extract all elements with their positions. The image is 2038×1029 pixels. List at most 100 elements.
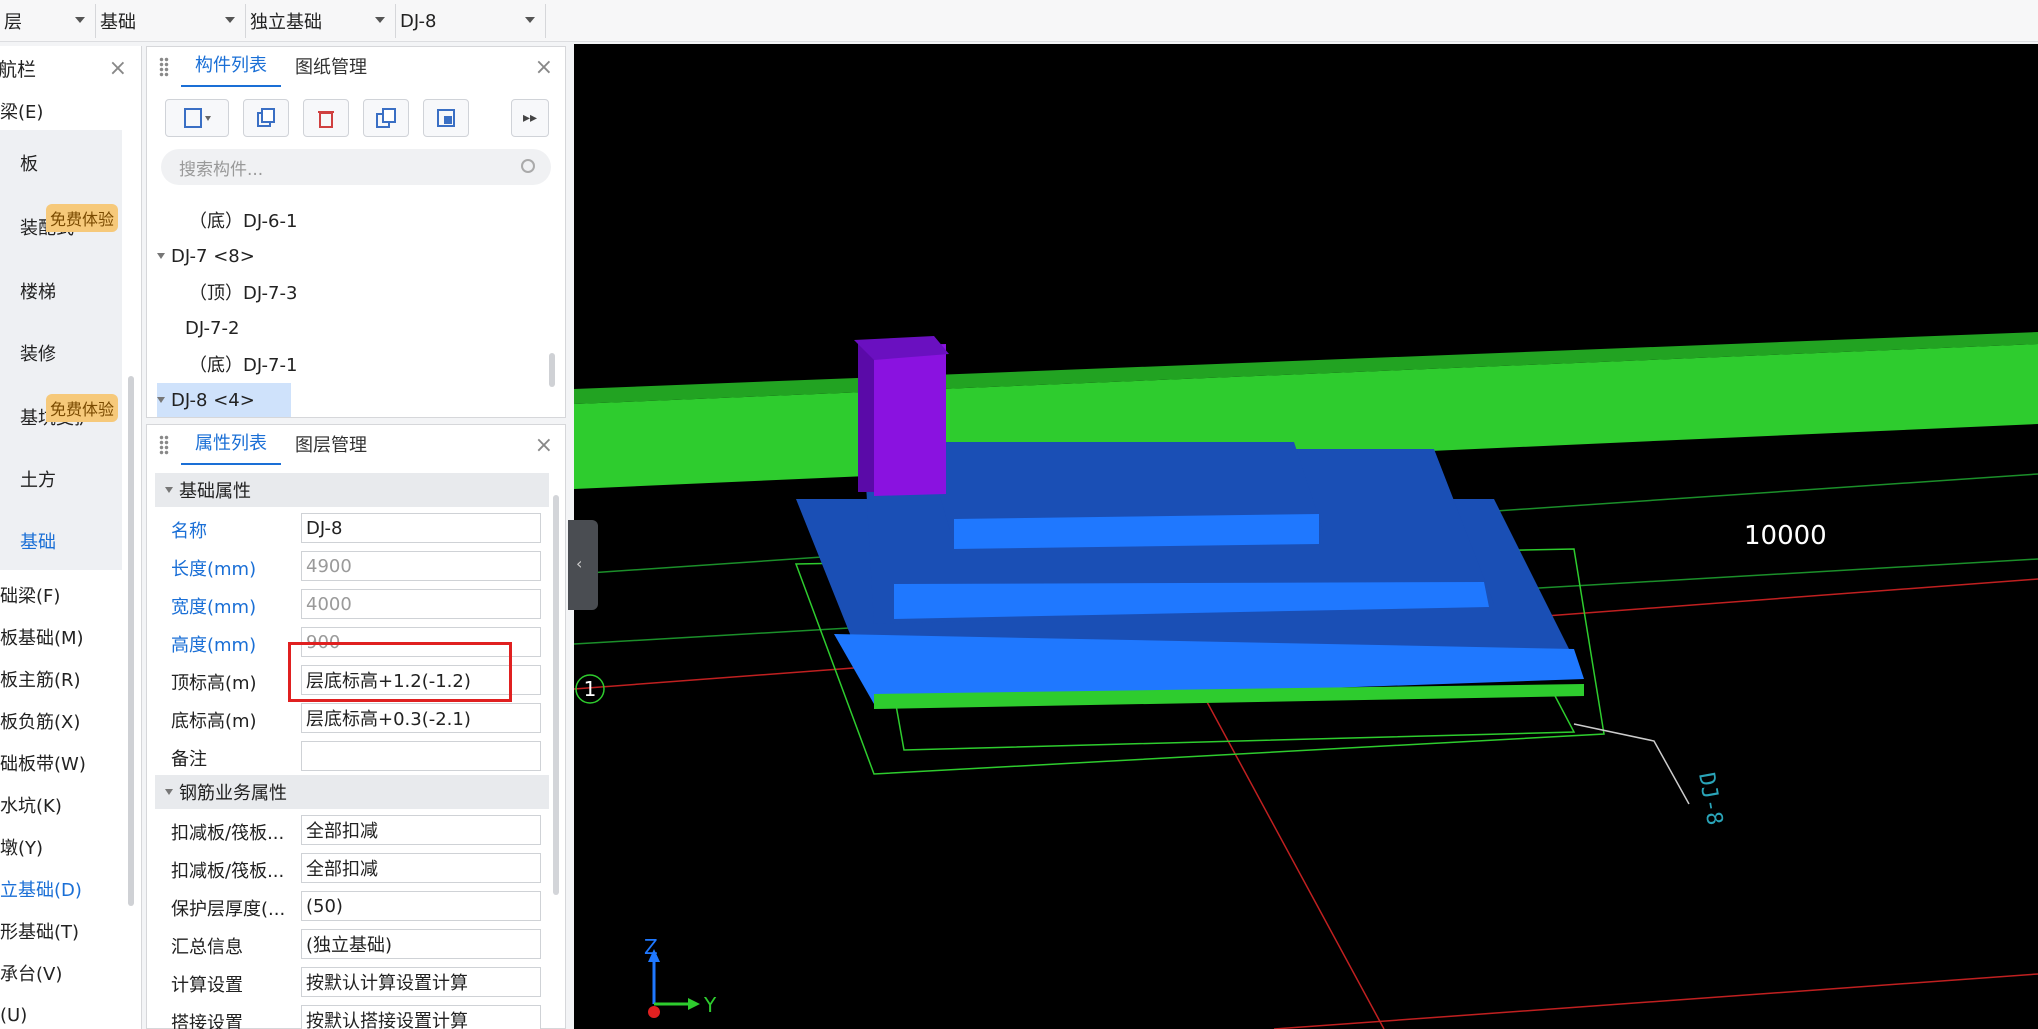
tree-item-label: DJ-7-2: [185, 317, 240, 339]
drag-handle-icon[interactable]: [159, 435, 169, 455]
tree-item[interactable]: （底）DJ-7-1: [189, 347, 297, 381]
nav-item[interactable]: 承台(V): [0, 952, 62, 994]
property-label: 高度(mm): [171, 635, 257, 656]
property-row-remark: 备注: [155, 737, 549, 775]
property-panel: 属性列表 图层管理 × 基础属性 名称 DJ-8 长度(mm) 4900 宽度(…: [146, 424, 566, 1029]
property-label: 长度(mm): [171, 559, 257, 580]
property-value-input[interactable]: 全部扣减: [301, 815, 541, 845]
tree-item-label: （顶）DJ-7-3: [189, 283, 298, 304]
nav-item-earthwork[interactable]: 土方: [20, 466, 56, 492]
property-value-input[interactable]: 层底标高+0.3(-2.1): [301, 703, 541, 733]
highlight-box: [288, 642, 512, 702]
nav-item[interactable]: 板负筋(X): [0, 700, 80, 742]
property-scrollbar[interactable]: [553, 495, 559, 895]
collapse-icon[interactable]: [165, 487, 173, 493]
tree-item[interactable]: （底）DJ-6-1: [189, 203, 297, 237]
nav-item-slab[interactable]: 板: [20, 150, 38, 176]
property-row-width: 宽度(mm) 4000: [155, 585, 549, 623]
section-rebar-properties[interactable]: 钢筋业务属性: [155, 775, 549, 809]
section-title: 基础属性: [179, 481, 251, 502]
nav-item[interactable]: 板主筋(R): [0, 658, 81, 700]
copy-button[interactable]: [243, 99, 289, 137]
tree-item[interactable]: DJ-7 <8>: [157, 239, 255, 273]
expand-icon[interactable]: [157, 397, 165, 403]
nav-item[interactable]: 础梁(F): [0, 574, 60, 616]
copy-to-floor-button[interactable]: [363, 99, 409, 137]
nav-item[interactable]: 形基础(T): [0, 910, 79, 952]
property-row: 计算设置 按默认计算设置计算: [155, 963, 549, 1001]
nav-item-label: 板: [20, 154, 38, 175]
nav-item-label: (U): [0, 1004, 28, 1026]
property-value-input[interactable]: (独立基础): [301, 929, 541, 959]
property-value-input[interactable]: 按默认搭接设置计算: [301, 1005, 541, 1029]
component-combo[interactable]: DJ-8: [396, 4, 546, 38]
tree-item-selected[interactable]: DJ-8 <4>: [157, 383, 291, 417]
list-scrollbar[interactable]: [549, 353, 555, 387]
nav-item[interactable]: 墩(Y): [0, 826, 43, 868]
chevron-down-icon: [75, 17, 85, 23]
nav-item-isolated-foundation[interactable]: 立基础(D): [0, 868, 82, 910]
drag-handle-icon[interactable]: [159, 57, 169, 77]
nav-item-label: 础板带(W): [0, 754, 86, 775]
nav-item-beam[interactable]: 梁(E): [0, 90, 43, 132]
tree-item[interactable]: （顶）DJ-7-3: [189, 275, 297, 309]
3d-viewport[interactable]: 1 10000 DJ-8 Z Y: [574, 44, 2038, 1029]
close-icon[interactable]: ×: [109, 56, 127, 81]
trash-icon: [318, 111, 334, 128]
type-combo[interactable]: 独立基础: [246, 4, 396, 38]
chevron-left-icon: ‹: [576, 554, 583, 573]
category-combo[interactable]: 基础: [96, 4, 246, 38]
nav-item[interactable]: 础板带(W): [0, 742, 86, 784]
nav-scrollbar[interactable]: [128, 376, 134, 906]
expand-icon[interactable]: [157, 253, 165, 259]
nav-item-label: 板主筋(R): [0, 670, 81, 691]
nav-item-label: 板基础(M): [0, 628, 84, 649]
property-value-input[interactable]: 4000: [301, 589, 541, 619]
nav-item[interactable]: 水坑(K): [0, 784, 62, 826]
collapse-icon[interactable]: [165, 789, 173, 795]
nav-item-label: 土方: [20, 470, 56, 491]
nav-item-foundation[interactable]: 基础: [20, 528, 56, 554]
tab-component-list[interactable]: 构件列表: [181, 51, 281, 87]
section-basic-properties[interactable]: 基础属性: [155, 473, 549, 507]
nav-item[interactable]: 板基础(M): [0, 616, 84, 658]
selector-bar: 层 基础 独立基础 DJ-8: [0, 0, 2038, 42]
axis-number: 1: [584, 677, 597, 701]
chevron-down-icon: [225, 17, 235, 23]
delete-button[interactable]: [303, 99, 349, 137]
close-icon[interactable]: ×: [535, 433, 553, 458]
property-label: 扣减板/筏板...: [171, 861, 285, 882]
tab-property-list[interactable]: 属性列表: [181, 429, 281, 465]
property-label: 底标高(m): [171, 711, 257, 732]
copy-icon: [257, 108, 275, 127]
collapse-panel-button[interactable]: ‹: [568, 520, 598, 610]
property-value-input[interactable]: [301, 741, 541, 771]
search-placeholder: 搜索构件...: [179, 159, 264, 180]
nav-item-stairs[interactable]: 楼梯: [20, 278, 56, 304]
component-tabs: 构件列表 图纸管理 ×: [147, 47, 565, 87]
property-row-name: 名称 DJ-8: [155, 509, 549, 547]
component-label-dj8: DJ-8: [1693, 771, 1727, 828]
3d-scene[interactable]: 1 10000 DJ-8 Z Y: [574, 44, 2038, 1029]
floor-combo[interactable]: 层: [0, 4, 96, 38]
nav-item-label: 基础: [20, 532, 56, 553]
property-value-input[interactable]: 全部扣减: [301, 853, 541, 883]
nav-title: 航栏: [0, 58, 37, 81]
property-value-input[interactable]: 按默认计算设置计算: [301, 967, 541, 997]
new-component-button[interactable]: [165, 99, 229, 137]
tab-layer-management[interactable]: 图层管理: [281, 431, 381, 465]
property-value-input[interactable]: (50): [301, 891, 541, 921]
nav-item-decoration[interactable]: 装修: [20, 340, 56, 366]
tab-drawing-management[interactable]: 图纸管理: [281, 53, 381, 87]
search-icon[interactable]: [521, 159, 535, 173]
property-value-input[interactable]: 4900: [301, 551, 541, 581]
close-icon[interactable]: ×: [535, 55, 553, 80]
nav-item[interactable]: (U): [0, 994, 27, 1029]
search-input[interactable]: 搜索构件...: [161, 149, 551, 185]
property-label: 备注: [171, 749, 207, 770]
tree-item[interactable]: DJ-7-2: [185, 311, 239, 345]
component-list-panel: 构件列表 图纸管理 × ▸▸ 搜索构件... （底）DJ-6-1 DJ-7 <8…: [146, 46, 566, 418]
import-button[interactable]: [423, 99, 469, 137]
property-value-input[interactable]: DJ-8: [301, 513, 541, 543]
more-button[interactable]: ▸▸: [511, 99, 549, 137]
